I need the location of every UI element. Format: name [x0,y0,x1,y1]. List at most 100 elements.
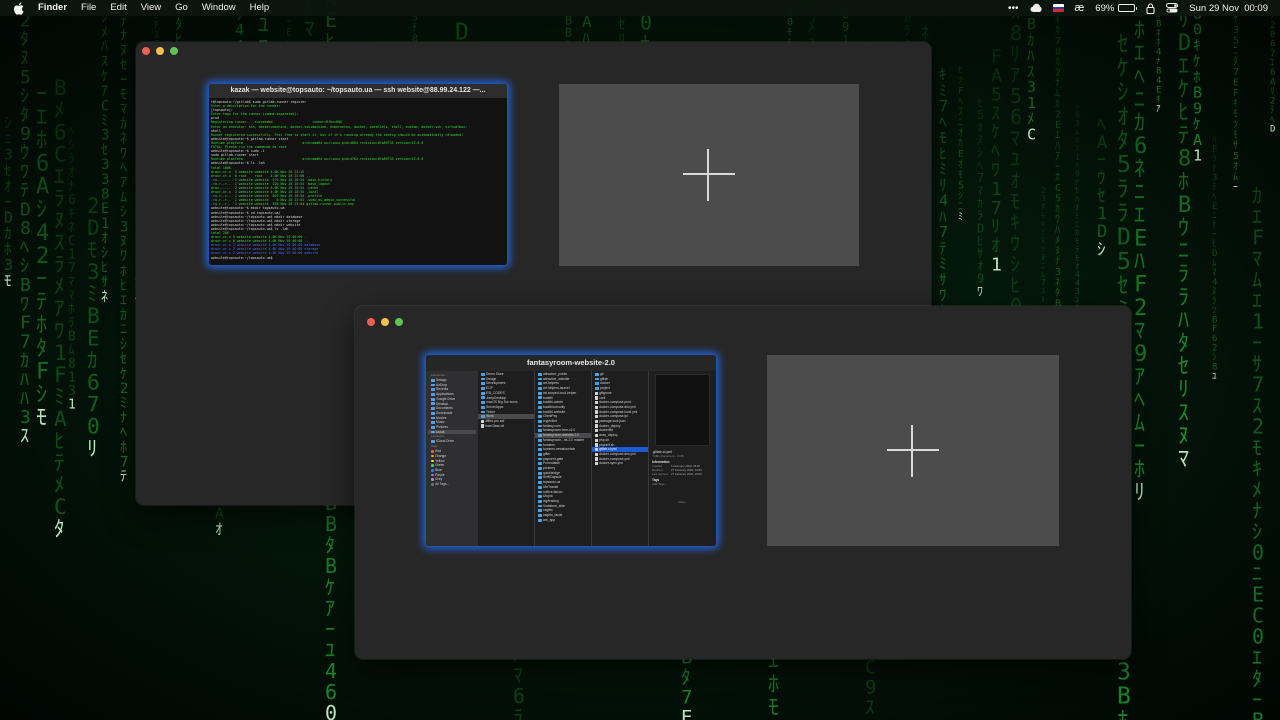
matrix-glyph: ﾋ [120,278,127,294]
russian-flag-icon[interactable] [1052,4,1064,12]
terminal-output: t@topsauto:~/gitlab$ sudo gitlab-runner … [209,98,507,265]
matrix-glyph: 7 [1233,67,1239,78]
matrix-glyph: ﾋ [54,429,65,453]
matrix-glyph: A [991,66,1002,87]
apple-menu-icon[interactable] [13,2,26,15]
folder-icon [538,438,542,442]
finder-list-item[interactable]: fuseGlass.txt [478,424,534,429]
matrix-glyph: ﾐ [101,113,108,129]
matrix-glyph: 4 [36,221,49,246]
menu-view[interactable]: View [141,0,161,16]
matrix-glyph: 5 [1233,36,1239,47]
battery-status[interactable]: 69% [1095,3,1138,14]
matrix-glyph: ｴ [1178,54,1189,79]
matrix-glyph: ﾋ [1212,239,1217,250]
matrix-glyph: ｱ [101,84,108,100]
close-button[interactable] [367,318,375,326]
matrix-glyph: 7 [681,686,692,708]
folder-icon [538,410,542,414]
matrix-glyph: ﾒ [54,275,65,299]
matrix-glyph: ﾋ [101,260,108,276]
control-center-icon[interactable] [1166,0,1179,16]
matrix-glyph: F [54,363,67,387]
matrix-glyph: ｼ [20,256,29,277]
matrix-glyph: ｵ [958,158,963,170]
matrix-glyph: ｹ [101,69,108,85]
more-icon[interactable]: ••• [1008,0,1019,16]
folder-icon [538,495,542,499]
matrix-glyph: 9 [865,676,876,698]
folder-icon [431,378,435,382]
menu-edit[interactable]: Edit [110,0,126,16]
preview-add-tags[interactable]: Add Tags... [651,482,714,486]
matrix-glyph: ﾐ [54,385,65,409]
matrix-glyph: ｾ [1117,31,1129,57]
folder-icon [538,443,542,447]
matrix-glyph: 8 [101,187,109,203]
menubar-clock[interactable]: Sun 29 Nov 00:09 [1189,3,1268,14]
matrix-glyph: ﾘ [1134,481,1145,506]
matrix-glyph: ｾ [101,142,108,158]
add-desktop-button[interactable] [559,84,859,266]
minimize-button[interactable] [381,318,389,326]
lock-icon[interactable] [1146,0,1155,16]
fullscreen-button[interactable] [170,47,178,55]
matrix-glyph: 5 [1117,249,1131,275]
menu-file[interactable]: File [81,0,96,16]
menu-app-name[interactable]: Finder [38,0,67,16]
matrix-glyph: ﾒ [101,25,108,41]
folder-icon [538,419,542,423]
matrix-glyph: ﾓ [120,87,127,103]
file-preview-image [655,374,710,446]
close-button[interactable] [142,47,150,55]
matrix-glyph: ﾑ [120,190,127,206]
matrix-glyph: ｾ [1178,355,1189,380]
finder-content: Favourites Setapp AirDrop Recents Applicatio… [426,371,716,546]
preview-more-button[interactable]: More... [651,500,714,504]
matrix-glyph: ﾗ [1178,262,1189,287]
matrix-glyph: E [1134,226,1147,251]
matrix-glyph: ﾗ [513,705,523,720]
matrix-glyph: ｶ [1055,56,1060,68]
fullscreen-button[interactable] [395,318,403,326]
matrix-glyph: ﾘ [87,437,98,461]
menu-window[interactable]: Window [202,0,236,16]
folder-icon [538,448,542,451]
folder-icon [538,490,542,494]
add-desktop-button[interactable] [767,355,1059,546]
matrix-glyph: 2 [87,194,100,218]
finder-window-thumbnail[interactable]: fantasyroom-website-2.0 Favourites Setapp… [426,355,716,546]
matrix-glyph: A [54,407,67,431]
matrix-glyph: ｽ [20,426,29,447]
preview-info-key: Last opened [652,472,668,476]
tag-dot-icon [431,459,434,463]
folder-icon [431,407,435,410]
matrix-glyph: ﾃ [1212,163,1217,174]
matrix-glyph: ｰ [36,267,47,292]
finder-list-item[interactable]: docker-sync.yml [592,461,648,466]
matrix-glyph: ﾇ [120,43,127,59]
finder-list-item[interactable]: ww_app [535,518,591,523]
matrix-glyph: ﾎ [120,440,127,456]
menu-go[interactable]: Go [175,0,188,16]
folder-icon [538,391,542,395]
finder-list-item[interactable]: All Tags... [428,482,476,487]
matrix-glyph: 7 [120,454,128,470]
matrix-glyph: ｳ [20,143,29,164]
matrix-glyph: ﾈ [1055,277,1060,289]
matrix-glyph: ｶ [1055,172,1060,184]
keyboard-input-icon[interactable]: æ [1075,0,1085,16]
battery-icon [1118,4,1138,12]
terminal-window-thumbnail[interactable]: kazak — website@topsauto: ~/topsauto.ua … [209,84,507,265]
matrix-glyph: ｰ [1134,434,1145,459]
folder-icon [595,382,599,386]
folder-icon [538,504,542,508]
menu-help[interactable]: Help [250,0,270,16]
matrix-glyph: 8 [1178,147,1191,172]
creative-cloud-icon[interactable] [1030,0,1042,16]
minimize-button[interactable] [156,47,164,55]
matrix-glyph: ﾀ [1055,287,1060,299]
matrix-glyph: ﾂ [1233,120,1238,131]
folder-icon [431,425,435,429]
folder-icon [481,401,485,404]
